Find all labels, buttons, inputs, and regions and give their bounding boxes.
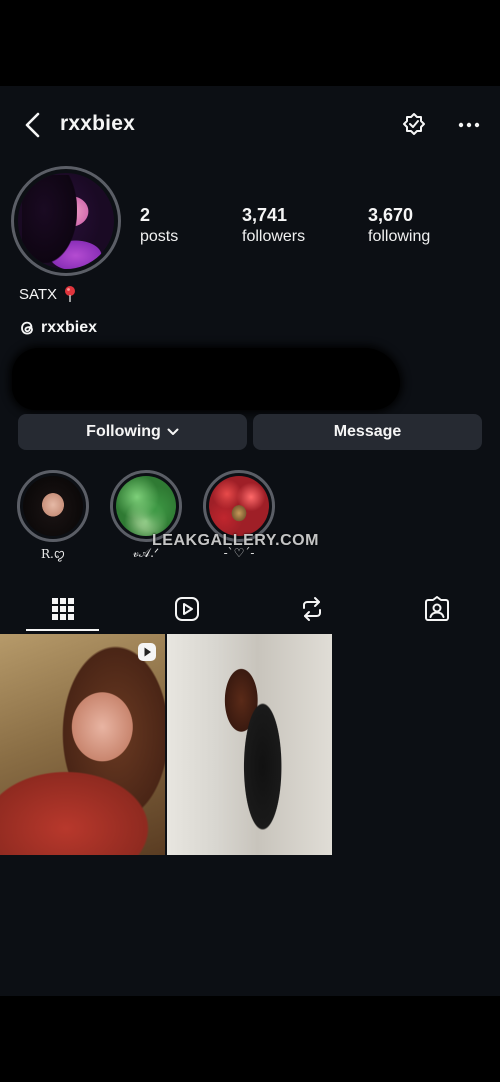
message-button-label: Message	[333, 423, 402, 440]
highlight-ring	[17, 470, 89, 542]
bio-text: SATX	[19, 285, 58, 303]
reel-icon	[138, 643, 156, 661]
grid-icon	[52, 598, 74, 620]
avatar	[18, 173, 114, 269]
highlight-label: R.ꨄ	[40, 547, 66, 561]
watermark: LEAKGALLERY.COM	[152, 532, 319, 549]
page-title: rxxbiex	[60, 112, 135, 135]
tab-tagged[interactable]	[400, 586, 474, 632]
tab-reposts[interactable]	[275, 586, 349, 632]
reposts-icon	[303, 597, 321, 621]
post-thumbnail[interactable]	[167, 634, 332, 855]
posts-label: posts	[140, 228, 179, 245]
followers-label: followers	[242, 228, 306, 245]
chevron-down-icon	[167, 428, 179, 435]
more-horizontal-icon	[458, 122, 480, 128]
following-button[interactable]: Following	[18, 414, 247, 450]
threads-handle: rxxbiex	[41, 319, 98, 336]
profile-header: rxxbiex	[0, 86, 500, 166]
tab-posts-grid[interactable]	[26, 586, 100, 632]
tagged-icon	[425, 596, 449, 621]
tab-reels[interactable]	[150, 586, 224, 632]
verified-bell-icon	[403, 113, 425, 135]
threads-link[interactable]: rxxbiex	[19, 319, 97, 337]
back-button[interactable]	[18, 110, 46, 140]
threads-icon	[21, 321, 33, 335]
highlight-cover	[116, 476, 176, 536]
post-thumbnail[interactable]	[0, 634, 165, 855]
following-label: following	[368, 228, 431, 245]
avatar-ring[interactable]	[11, 166, 121, 276]
more-options-button[interactable]	[454, 110, 484, 140]
active-tab-indicator	[26, 629, 99, 631]
chevron-left-icon	[25, 112, 40, 138]
posts-stat: 2 posts	[140, 204, 178, 247]
pin-icon	[65, 286, 76, 302]
highlight-cover	[23, 476, 83, 536]
redacted-bio	[12, 348, 400, 410]
following-button-label: Following	[86, 423, 161, 440]
highlight-item[interactable]: R.ꨄ	[15, 470, 91, 563]
followers-stat[interactable]: 3,741 followers	[242, 204, 305, 247]
notifications-button[interactable]	[399, 110, 429, 140]
profile-screen: rxxbiex 2 posts 3,741 followers 3,670 fo…	[0, 86, 500, 996]
following-count: 3,670	[368, 205, 414, 225]
bio: SATX	[19, 285, 77, 303]
followers-count: 3,741	[242, 205, 288, 225]
message-button[interactable]: Message	[253, 414, 482, 450]
reels-icon	[175, 597, 199, 621]
posts-count: 2	[140, 205, 151, 225]
following-stat[interactable]: 3,670 following	[368, 204, 430, 247]
highlight-cover	[209, 476, 269, 536]
